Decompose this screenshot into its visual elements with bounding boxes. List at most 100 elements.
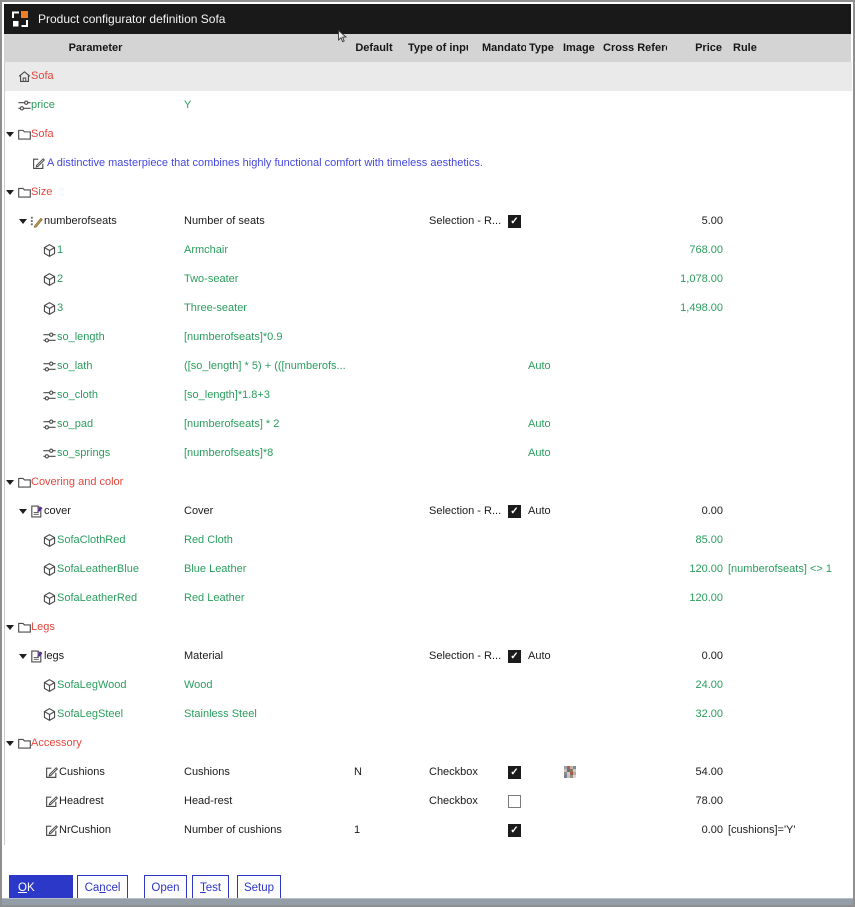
table-row[interactable]: so_cloth [so_length]*1.8+3	[5, 381, 852, 410]
column-header-mandatory[interactable]: Mandatory	[482, 34, 526, 62]
description-cell: ([so_length] * 5) + (([numberofs...	[184, 360, 346, 372]
column-header-type[interactable]: Type	[529, 34, 563, 62]
description-cell: Wood	[184, 679, 213, 691]
expand-arrow-icon[interactable]	[6, 480, 14, 485]
table-row[interactable]: A distinctive masterpiece that combines …	[5, 149, 852, 178]
rule-cell: [cushions]='Y'	[728, 824, 796, 836]
description-cell: Head-rest	[184, 795, 233, 807]
expand-arrow-icon[interactable]	[19, 219, 27, 224]
table-row[interactable]: 1 Armchair 768.00	[5, 236, 852, 265]
parameter-name: so_lath	[57, 360, 93, 372]
parameter-name: Accessory	[31, 737, 82, 749]
table-row[interactable]: so_lath ([so_length] * 5) + (([numberofs…	[5, 352, 852, 381]
table-row[interactable]: Headrest Head-rest Checkbox 78.00	[5, 787, 852, 816]
open-button[interactable]: Open	[144, 875, 187, 900]
type-cell: Auto	[528, 447, 551, 459]
description-cell: Red Leather	[184, 592, 245, 604]
table-row[interactable]: so_pad [numberofseats] * 2 Auto	[5, 410, 852, 439]
description-cell: [so_length]*1.8+3	[184, 389, 270, 401]
mandatory-checkbox[interactable]	[508, 505, 521, 518]
type-cell: Auto	[528, 505, 551, 517]
image-thumbnail[interactable]	[564, 766, 576, 778]
cube-icon	[42, 301, 57, 316]
table-row[interactable]: Legs	[5, 613, 852, 642]
mandatory-checkbox[interactable]	[508, 824, 521, 837]
type-cell: Auto	[528, 418, 551, 430]
parameter-name: A distinctive masterpiece that combines …	[47, 157, 483, 169]
parameter-name: SofaLeatherRed	[57, 592, 138, 604]
column-header-default[interactable]: Default	[345, 34, 403, 62]
column-header-image[interactable]: Image	[563, 34, 603, 62]
table-row[interactable]: SofaLeatherRed Red Leather 120.00	[5, 584, 852, 613]
table-row[interactable]: SofaLegSteel Stainless Steel 32.00	[5, 700, 852, 729]
setup-button[interactable]: Setup	[237, 875, 281, 900]
table-row[interactable]: 3 Three-seater 1,498.00	[5, 294, 852, 323]
table-row[interactable]: SofaLegWood Wood 24.00	[5, 671, 852, 700]
table-row[interactable]: Size	[5, 178, 852, 207]
price-cell: 0.00	[701, 650, 723, 662]
description-cell: Three-seater	[184, 302, 247, 314]
mandatory-cell	[508, 766, 521, 779]
table-row[interactable]: so_springs [numberofseats]*8 Auto	[5, 439, 852, 468]
table-row[interactable]: NrCushion Number of cushions 1 0.00 [cus…	[5, 816, 852, 845]
doc-edit-icon	[29, 649, 44, 664]
description-cell: Material	[184, 650, 224, 662]
test-button[interactable]: Test	[192, 875, 229, 900]
window-bottom-edge	[2, 898, 853, 905]
table-row[interactable]: price Y	[5, 91, 852, 120]
price-cell: 768.00	[689, 244, 723, 256]
table-row[interactable]: cover Cover Selection - R... Auto 0.00	[5, 497, 852, 526]
table-row[interactable]: Cushions Cushions N Checkbox 54.00	[5, 758, 852, 787]
table-row[interactable]: so_length [numberofseats]*0.9	[5, 323, 852, 352]
price-cell: 1,078.00	[680, 273, 723, 285]
table-row[interactable]: Sofa	[5, 120, 852, 149]
expand-arrow-icon[interactable]	[19, 654, 27, 659]
parameter-name: SofaLeatherBlue	[57, 563, 139, 575]
column-header-rule[interactable]: Rule	[733, 34, 773, 62]
cube-icon	[42, 678, 57, 693]
parameter-name: Covering and color	[31, 476, 124, 488]
description-cell: Blue Leather	[184, 563, 247, 575]
expand-arrow-icon[interactable]	[19, 509, 27, 514]
column-header-row: Parameter Default Type of input Mandator…	[4, 34, 851, 63]
expand-arrow-icon[interactable]	[6, 190, 14, 195]
mandatory-checkbox[interactable]	[508, 766, 521, 779]
table-row[interactable]: Accessory	[5, 729, 852, 758]
parameter-name: Headrest	[59, 795, 104, 807]
mandatory-checkbox[interactable]	[508, 795, 521, 808]
mandatory-checkbox[interactable]	[508, 215, 521, 228]
cube-icon	[42, 533, 57, 548]
mandatory-checkbox[interactable]	[508, 650, 521, 663]
column-header-price[interactable]: Price	[674, 34, 722, 62]
column-header-type-of-input[interactable]: Type of input	[408, 34, 468, 62]
edit-icon	[44, 765, 59, 780]
column-header-cross-reference[interactable]: Cross Reference	[603, 34, 667, 62]
table-row[interactable]: SofaClothRed Red Cloth 85.00	[5, 526, 852, 555]
cancel-button[interactable]: Cancel	[77, 875, 128, 900]
folder-icon	[17, 185, 32, 200]
expand-arrow-icon[interactable]	[6, 625, 14, 630]
table-row[interactable]: 2 Two-seater 1,078.00	[5, 265, 852, 294]
edit-icon	[31, 156, 46, 171]
description-cell: [numberofseats]*0.9	[184, 331, 283, 343]
type-of-input-cell: Selection - R...	[429, 215, 502, 227]
parameter-name: NrCushion	[59, 824, 111, 836]
table-row[interactable]: Covering and color	[5, 468, 852, 497]
cube-icon	[42, 707, 57, 722]
table-row[interactable]: legs Material Selection - R... Auto 0.00	[5, 642, 852, 671]
price-cell: 24.00	[695, 679, 723, 691]
table-row[interactable]: numberofseats Number of seats Selection …	[5, 207, 852, 236]
price-cell: 0.00	[701, 824, 723, 836]
ok-button[interactable]: OK	[9, 875, 73, 900]
price-cell: 1,498.00	[680, 302, 723, 314]
table-row[interactable]: Sofa	[5, 62, 852, 91]
table-row[interactable]: SofaLeatherBlue Blue Leather 120.00 [num…	[5, 555, 852, 584]
cube-icon	[42, 591, 57, 606]
expand-arrow-icon[interactable]	[6, 741, 14, 746]
description-cell: [numberofseats] * 2	[184, 418, 280, 430]
parameter-name: SofaClothRed	[57, 534, 126, 546]
column-header-parameter[interactable]: Parameter	[4, 34, 187, 62]
window-titlebar: Product configurator definition Sofa	[4, 4, 851, 34]
parameter-name: 2	[57, 273, 64, 285]
expand-arrow-icon[interactable]	[6, 132, 14, 137]
